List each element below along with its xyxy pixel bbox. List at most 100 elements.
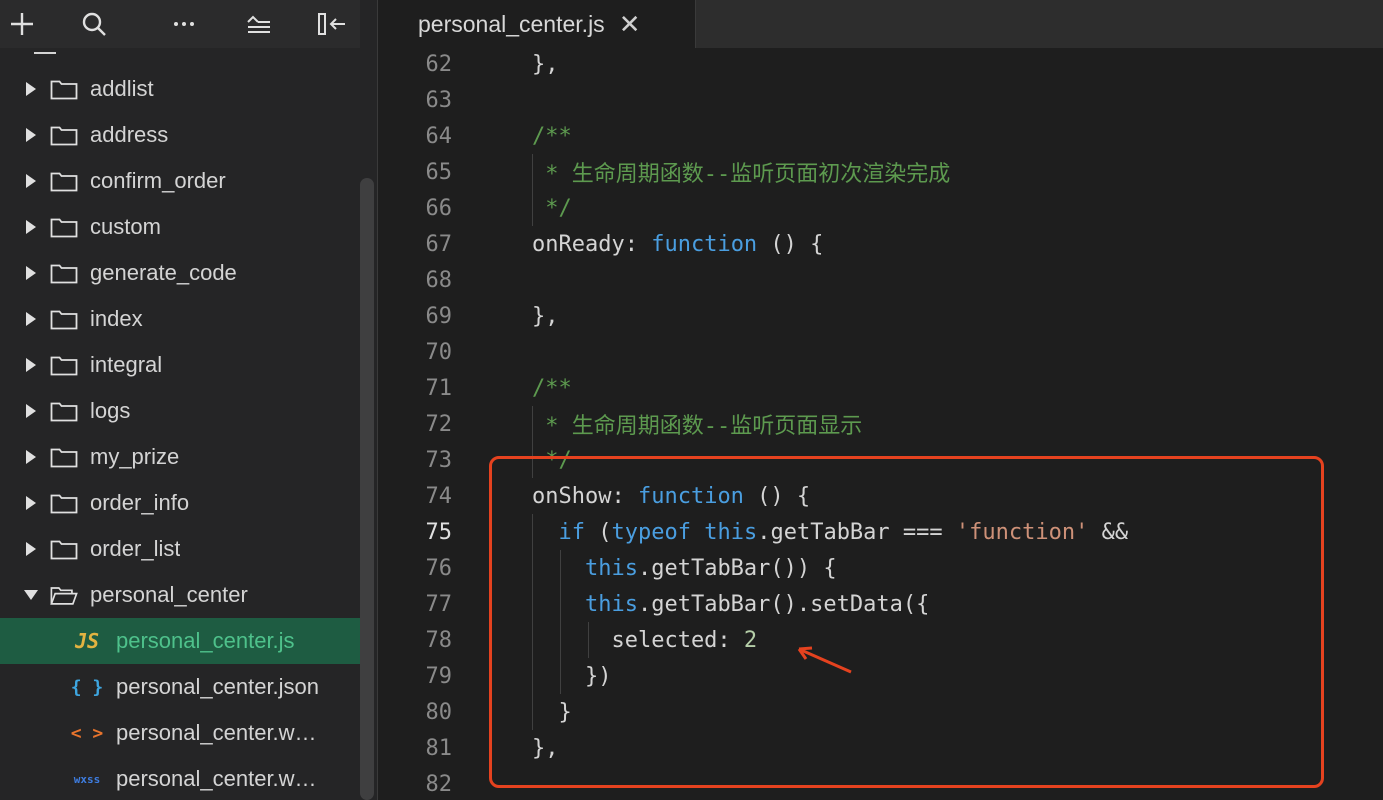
code-line[interactable]: 65 * 生命周期函数--监听页面初次渲染完成 <box>378 154 1383 190</box>
close-icon[interactable]: ✕ <box>619 11 641 37</box>
line-number: 65 <box>425 159 453 185</box>
chevron-right-icon[interactable] <box>26 220 36 234</box>
line-number: 82 <box>425 771 453 797</box>
folder-item[interactable]: order_list <box>0 526 360 572</box>
search-icon[interactable] <box>72 0 116 48</box>
line-number: 75 <box>425 519 453 545</box>
chevron-right-icon[interactable] <box>26 450 36 464</box>
tree-item-label: personal_center.js <box>116 628 295 653</box>
sidebar-scrollbar[interactable] <box>360 178 374 800</box>
code-line[interactable]: 70 <box>378 334 1383 370</box>
folder-icon <box>50 308 78 330</box>
editor-tab-bar: personal_center.js ✕ <box>378 0 1383 48</box>
tree-item-label: personal_center.json <box>116 674 320 699</box>
folder-item[interactable]: index <box>0 296 360 342</box>
code-line[interactable]: 69}, <box>378 298 1383 334</box>
line-number: 77 <box>425 591 453 617</box>
chevron-right-icon[interactable] <box>26 174 36 188</box>
code-text: }, <box>532 51 559 77</box>
chevron-right-icon[interactable] <box>26 128 36 142</box>
tree-item-label: order_info <box>90 490 190 515</box>
tree-item-label: address <box>90 122 169 147</box>
line-number: 63 <box>425 87 453 113</box>
pages-folder-partial[interactable] <box>0 44 377 60</box>
annotation-highlight-box <box>489 456 1324 788</box>
chevron-right-icon[interactable] <box>26 358 36 372</box>
line-number: 79 <box>425 663 453 689</box>
line-number: 71 <box>425 375 453 401</box>
folder-item[interactable]: custom <box>0 204 360 250</box>
folder-icon <box>50 170 78 192</box>
chevron-right-icon[interactable] <box>26 496 36 510</box>
chevron-right-icon[interactable] <box>26 312 36 326</box>
code-line[interactable]: 67 onReady: function () { <box>378 226 1383 262</box>
file-explorer-sidebar: addlist address confirm_ordercustom generat… <box>0 0 377 800</box>
code-line[interactable]: 62}, <box>378 46 1383 82</box>
code-text: onReady: function () { <box>532 231 824 257</box>
code-line[interactable]: 71 /** <box>378 370 1383 406</box>
folder-item[interactable]: order_info <box>0 480 360 526</box>
folder-item[interactable]: confirm_order <box>0 158 360 204</box>
tab-personal-center-js[interactable]: personal_center.js ✕ <box>378 0 696 48</box>
tree-item-label: index <box>90 306 143 331</box>
file-item[interactable]: wxss personal_center.w… <box>0 756 360 800</box>
line-number: 64 <box>425 123 453 149</box>
code-line[interactable]: 63 <box>378 82 1383 118</box>
folder-item[interactable]: integral <box>0 342 360 388</box>
tree-item-label: integral <box>90 352 163 377</box>
line-number: 66 <box>425 195 453 221</box>
tree-item-label: my_prize <box>90 444 180 469</box>
code-line[interactable]: 66 */ <box>378 190 1383 226</box>
sort-icon[interactable] <box>236 0 280 48</box>
tree-item-label: personal_center.w… <box>116 766 317 791</box>
folder-item[interactable]: my_prize <box>0 434 360 480</box>
folder-open-icon <box>50 584 78 606</box>
line-number: 62 <box>425 51 453 77</box>
code-line[interactable]: 72 * 生命周期函数--监听页面显示 <box>378 406 1383 442</box>
folder-icon <box>50 538 78 560</box>
line-number: 78 <box>425 627 453 653</box>
tree-item-label: addlist <box>90 76 154 101</box>
chevron-down-icon[interactable] <box>24 590 38 600</box>
file-item[interactable]: < > personal_center.w… <box>0 710 360 756</box>
folder-item[interactable]: addlist <box>0 66 360 112</box>
folder-icon <box>50 400 78 422</box>
file-tree: addlist address confirm_ordercustom generat… <box>0 66 360 800</box>
chevron-right-icon[interactable] <box>26 82 36 96</box>
line-number: 69 <box>425 303 453 329</box>
code-line[interactable]: 64 /** <box>378 118 1383 154</box>
folder-icon <box>50 78 78 100</box>
file-item[interactable]: JS personal_center.js <box>0 618 360 664</box>
annotation-arrow-icon <box>797 646 852 674</box>
folder-item[interactable]: generate_code <box>0 250 360 296</box>
more-icon[interactable] <box>162 0 206 48</box>
file-type-icon: { } <box>70 676 104 698</box>
tree-item-label: generate_code <box>90 260 237 285</box>
chevron-right-icon[interactable] <box>26 266 36 280</box>
code-text: * 生命周期函数--监听页面初次渲染完成 <box>532 162 951 187</box>
folder-item[interactable]: personal_center <box>0 572 360 618</box>
sidebar-toolbar <box>0 0 377 48</box>
file-item[interactable]: { } personal_center.json <box>0 664 360 710</box>
folder-icon <box>50 124 78 146</box>
file-type-icon: JS <box>74 629 100 653</box>
code-text: * 生命周期函数--监听页面显示 <box>532 414 863 439</box>
tree-item-label: logs <box>90 398 131 423</box>
folder-item[interactable]: logs <box>0 388 360 434</box>
code-line[interactable]: 68 <box>378 262 1383 298</box>
collapse-sidebar-icon[interactable] <box>310 0 354 48</box>
chevron-right-icon[interactable] <box>26 404 36 418</box>
plus-icon[interactable] <box>0 0 44 48</box>
tree-item-label: custom <box>90 214 161 239</box>
tab-title: personal_center.js <box>418 10 605 37</box>
line-number: 70 <box>425 339 453 365</box>
folder-icon <box>50 262 78 284</box>
tree-item-label: order_list <box>90 536 181 561</box>
line-number: 76 <box>425 555 453 581</box>
file-type-icon: < > <box>70 722 104 744</box>
code-text: /** <box>532 123 572 149</box>
file-type-icon: wxss <box>73 772 101 786</box>
folder-item[interactable]: address <box>0 112 360 158</box>
chevron-right-icon[interactable] <box>26 542 36 556</box>
code-text: /** <box>532 375 572 401</box>
